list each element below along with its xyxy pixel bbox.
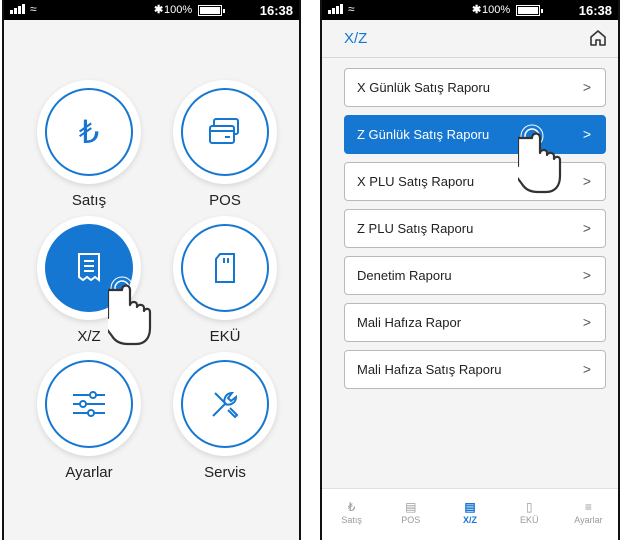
page-title: X/Z	[344, 30, 368, 47]
chevron-right-icon: >	[582, 361, 591, 377]
nav-item-label: Satış	[341, 515, 362, 525]
menu-item-label: X PLU Satış Raporu	[357, 174, 475, 189]
tile-servis[interactable]: Servis	[170, 352, 280, 481]
clock: 16:38	[259, 3, 293, 18]
home-icon[interactable]	[588, 28, 608, 48]
wifi-icon: ≈	[348, 2, 355, 16]
menu-item-z-plu[interactable]: Z PLU Satış Raporu >	[344, 209, 606, 248]
nav-item-label: EKÜ	[519, 515, 539, 525]
bottom-nav: ₺ Satış ▤ POS ▤ X/Z ▯ EKÜ ≡ Ayarlar	[322, 488, 618, 540]
memory-card-icon	[181, 224, 269, 312]
home-screen: ≈ ✱ 100% 16:38 ₺ Satış POS X/Z EKÜ Ayarl…	[2, 0, 301, 540]
menu-item-label: X Günlük Satış Raporu	[357, 80, 490, 95]
status-bar: ≈ ✱ 100% 16:38	[322, 0, 618, 20]
tools-icon	[181, 360, 269, 448]
menu-item-x-gunluk[interactable]: X Günlük Satış Raporu >	[344, 68, 606, 107]
sliders-icon: ≡	[584, 500, 592, 514]
tile-satis[interactable]: ₺ Satış	[34, 80, 144, 209]
card-icon	[181, 88, 269, 176]
memory-card-icon: ▯	[525, 500, 533, 514]
nav-item-eku[interactable]: ▯ EKÜ	[500, 489, 559, 540]
menu-item-label: Denetim Raporu	[357, 268, 452, 283]
nav-item-label: X/Z	[463, 515, 478, 525]
nav-item-pos[interactable]: ▤ POS	[381, 489, 440, 540]
menu-item-label: Z Günlük Satış Raporu	[357, 127, 490, 142]
nav-item-label: Ayarlar	[574, 515, 603, 525]
tile-label: POS	[209, 192, 241, 209]
card-icon: ▤	[405, 500, 417, 514]
tile-label: Ayarlar	[65, 464, 113, 481]
nav-item-ayarlar[interactable]: ≡ Ayarlar	[559, 489, 618, 540]
tile-label: Servis	[204, 464, 246, 481]
tile-ayarlar[interactable]: Ayarlar	[34, 352, 144, 481]
menu-item-label: Mali Hafıza Satış Raporu	[357, 362, 502, 377]
nav-item-label: POS	[401, 515, 421, 525]
tile-eku[interactable]: EKÜ	[170, 216, 280, 345]
chevron-right-icon: >	[582, 220, 591, 236]
receipt-icon: ▤	[464, 500, 476, 514]
bluetooth-icon: ✱	[472, 4, 482, 16]
battery-percent: 100%	[482, 4, 511, 16]
battery-icon	[198, 5, 225, 16]
battery-percent: 100%	[164, 4, 193, 16]
wifi-icon: ≈	[30, 2, 37, 16]
xz-screen: ≈ ✱ 100% 16:38 X/Z X Günlük Satış Raporu…	[320, 0, 620, 540]
chevron-right-icon: >	[582, 314, 591, 330]
clock: 16:38	[578, 3, 612, 18]
menu-item-label: Mali Hafıza Rapor	[357, 315, 462, 330]
menu-item-denetim[interactable]: Denetim Raporu >	[344, 256, 606, 295]
bluetooth-icon: ✱	[154, 4, 164, 16]
hand-pointer-icon	[518, 124, 562, 194]
hand-pointer-icon	[108, 276, 152, 346]
tile-label: EKÜ	[209, 328, 241, 345]
lira-icon: ₺	[45, 88, 133, 176]
signal-icon	[328, 4, 343, 14]
chevron-right-icon: >	[582, 173, 591, 189]
nav-item-xz[interactable]: ▤ X/Z	[440, 489, 499, 540]
chevron-right-icon: >	[582, 126, 591, 142]
battery-icon	[516, 5, 543, 16]
signal-icon	[10, 4, 25, 14]
screen-header: X/Z	[322, 20, 618, 58]
status-bar: ≈ ✱ 100% 16:38	[4, 0, 299, 20]
tile-pos[interactable]: POS	[170, 80, 280, 209]
chevron-right-icon: >	[582, 79, 591, 95]
menu-item-mali-hafiza-satis[interactable]: Mali Hafıza Satış Raporu >	[344, 350, 606, 389]
menu-item-label: Z PLU Satış Raporu	[357, 221, 474, 236]
lira-icon: ₺	[347, 500, 356, 514]
menu-item-mali-hafiza[interactable]: Mali Hafıza Rapor >	[344, 303, 606, 342]
chevron-right-icon: >	[582, 267, 591, 283]
tile-label: Satış	[71, 192, 107, 209]
sliders-icon	[45, 360, 133, 448]
nav-item-satis[interactable]: ₺ Satış	[322, 489, 381, 540]
